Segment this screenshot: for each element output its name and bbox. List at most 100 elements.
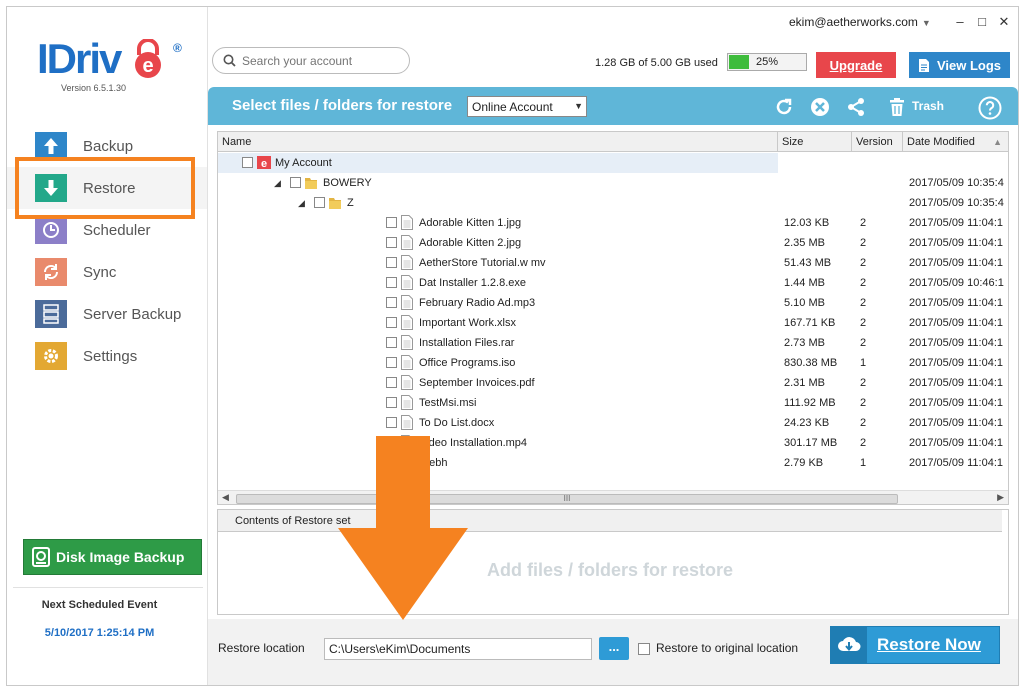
row-checkbox[interactable]	[386, 237, 397, 248]
table-row[interactable]: TestMsi.msi 111.92 MB 2 2017/05/09 11:04:1	[218, 393, 1008, 413]
source-select-value: Online Account	[472, 99, 553, 114]
file-icon	[401, 355, 413, 370]
sidebar-item-label: Sync	[83, 263, 117, 281]
scrollbar-thumb[interactable]: III	[236, 494, 898, 504]
column-header-date-modified[interactable]: Date Modified ▲	[903, 132, 1008, 152]
table-row[interactable]: September Invoices.pdf 2.31 MB 2 2017/05/09…	[218, 373, 1008, 393]
cancel-icon[interactable]	[810, 97, 830, 117]
folder-icon	[329, 198, 341, 209]
row-checkbox[interactable]	[386, 397, 397, 408]
column-header-version[interactable]: Version	[852, 132, 903, 152]
disk-image-backup-button[interactable]: Disk Image Backup	[23, 539, 202, 575]
table-row[interactable]: Adorable Kitten 2.jpg 2.35 MB 2 2017/05/09 …	[218, 233, 1008, 253]
search-input[interactable]	[242, 53, 402, 68]
row-checkbox[interactable]	[242, 157, 253, 168]
trash-icon[interactable]	[887, 97, 907, 117]
next-scheduled-title: Next Scheduled Event	[41, 599, 158, 611]
account-email: ekim@aetherworks.com	[789, 15, 918, 29]
help-icon[interactable]	[978, 96, 1002, 120]
maximize-button[interactable]: □	[975, 14, 989, 29]
row-version: 1	[860, 357, 867, 369]
row-checkbox[interactable]	[386, 217, 397, 228]
column-header-name[interactable]: Name	[218, 132, 778, 152]
row-checkbox[interactable]	[314, 197, 325, 208]
table-row[interactable]: AetherStore Tutorial.w mv 51.43 MB 2 2017/0…	[218, 253, 1008, 273]
table-row[interactable]: To Do List.docx 24.23 KB 2 2017/05/09 11:04…	[218, 413, 1008, 433]
table-row[interactable]: ◢ Z 2017/05/09 10:35:4	[218, 193, 1008, 213]
sidebar-item-settings[interactable]: Settings	[7, 335, 207, 377]
table-row[interactable]: Dat Installer 1.2.8.exe 1.44 MB 2 2017/05/0…	[218, 273, 1008, 293]
row-size: 2.79 KB	[784, 457, 824, 469]
search-box[interactable]	[212, 47, 410, 74]
server-icon	[35, 300, 67, 328]
view-logs-button[interactable]: View Logs	[909, 52, 1010, 78]
restore-bar-title: Select files / folders for restore	[232, 97, 453, 114]
row-checkbox[interactable]	[386, 377, 397, 388]
share-icon[interactable]	[846, 97, 866, 117]
table-row[interactable]: Adorable Kitten 1.jpg 12.03 KB 2 2017/05/09…	[218, 213, 1008, 233]
restore-original-checkbox[interactable]	[638, 643, 650, 655]
row-size: 301.17 MB	[784, 437, 838, 449]
row-size: 830.38 MB	[784, 357, 838, 369]
next-scheduled-time[interactable]: 5/10/2017 1:25:14 PM	[7, 627, 192, 639]
sidebar-item-server-backup[interactable]: Server Backup	[7, 293, 207, 335]
row-checkbox[interactable]	[386, 317, 397, 328]
scroll-right-icon[interactable]: ▶	[997, 492, 1004, 503]
file-icon	[401, 315, 413, 330]
logo-text: IDriv	[37, 35, 122, 82]
trash-label[interactable]: Trash	[912, 99, 944, 113]
column-header-size[interactable]: Size	[778, 132, 852, 152]
restore-original-label[interactable]: Restore to original location	[656, 641, 798, 655]
minimize-button[interactable]: –	[953, 14, 967, 29]
row-size: 167.71 KB	[784, 317, 836, 329]
row-name: Important Work.xlsx	[419, 317, 516, 329]
table-row[interactable]: Installation Files.rar 2.73 MB 2 2017/05/09…	[218, 333, 1008, 353]
horizontal-scrollbar[interactable]: ◀ III ▶	[218, 490, 1008, 504]
row-checkbox[interactable]	[386, 437, 397, 448]
clock-icon	[35, 216, 67, 244]
expand-triangle-icon[interactable]: ◢	[298, 193, 305, 213]
row-checkbox[interactable]	[386, 257, 397, 268]
logo-mark: e	[142, 55, 153, 77]
table-row[interactable]: Webh 2.79 KB 1 2017/05/09 11:04:1	[218, 453, 1008, 473]
upgrade-button[interactable]: Upgrade	[816, 52, 896, 78]
restore-now-button[interactable]: Restore Now	[830, 626, 1000, 664]
row-checkbox[interactable]	[386, 297, 397, 308]
row-size: 111.92 MB	[784, 397, 836, 409]
table-row[interactable]: Important Work.xlsx 167.71 KB 2 2017/05/09 …	[218, 313, 1008, 333]
row-name: Video Installation.mp4	[419, 437, 528, 449]
table-row[interactable]: ◢ BOWERY 2017/05/09 10:35:4	[218, 173, 1008, 193]
table-row[interactable]: Office Programs.iso 830.38 MB 1 2017/05/09 …	[218, 353, 1008, 373]
row-name: Dat Installer 1.2.8.exe	[419, 277, 527, 289]
table-row[interactable]: e My Account	[218, 153, 778, 173]
row-checkbox[interactable]	[386, 457, 397, 468]
table-row[interactable]: Video Installation.mp4 301.17 MB 2 2017/05/…	[218, 433, 1008, 453]
folder-icon	[305, 178, 317, 189]
row-checkbox[interactable]	[386, 357, 397, 368]
table-row[interactable]: February Radio Ad.mp3 5.10 MB 2 2017/05/09 …	[218, 293, 1008, 313]
sidebar-item-scheduler[interactable]: Scheduler	[7, 209, 207, 251]
restore-location-input[interactable]	[324, 638, 592, 660]
sidebar-item-sync[interactable]: Sync	[7, 251, 207, 293]
row-checkbox[interactable]	[386, 337, 397, 348]
storage-usage-percent: 25%	[755, 56, 779, 68]
browse-location-button[interactable]: ...	[599, 637, 629, 660]
source-select[interactable]: Online Account ▼	[467, 96, 587, 117]
row-checkbox[interactable]	[386, 277, 397, 288]
sidebar-nav: Backup Restore Scheduler Sync Server Bac…	[7, 125, 207, 377]
close-button[interactable]: ✕	[997, 14, 1011, 30]
disk-image-backup-label: Disk Image Backup	[56, 549, 185, 565]
row-version: 2	[860, 257, 867, 269]
file-icon	[401, 275, 413, 290]
expand-triangle-icon[interactable]: ◢	[274, 173, 281, 193]
sidebar-item-backup[interactable]: Backup	[7, 125, 207, 167]
file-icon	[401, 295, 413, 310]
scroll-left-icon[interactable]: ◀	[222, 492, 229, 503]
refresh-icon[interactable]	[774, 97, 794, 117]
row-checkbox[interactable]	[386, 417, 397, 428]
account-menu[interactable]: ekim@aetherworks.com ▼	[789, 15, 931, 29]
row-checkbox[interactable]	[290, 177, 301, 188]
sidebar-item-restore[interactable]: Restore	[7, 167, 207, 209]
document-icon	[918, 58, 929, 72]
sidebar: IDriv e ® Version 6.5.1.30 Backup Restor…	[7, 7, 208, 685]
